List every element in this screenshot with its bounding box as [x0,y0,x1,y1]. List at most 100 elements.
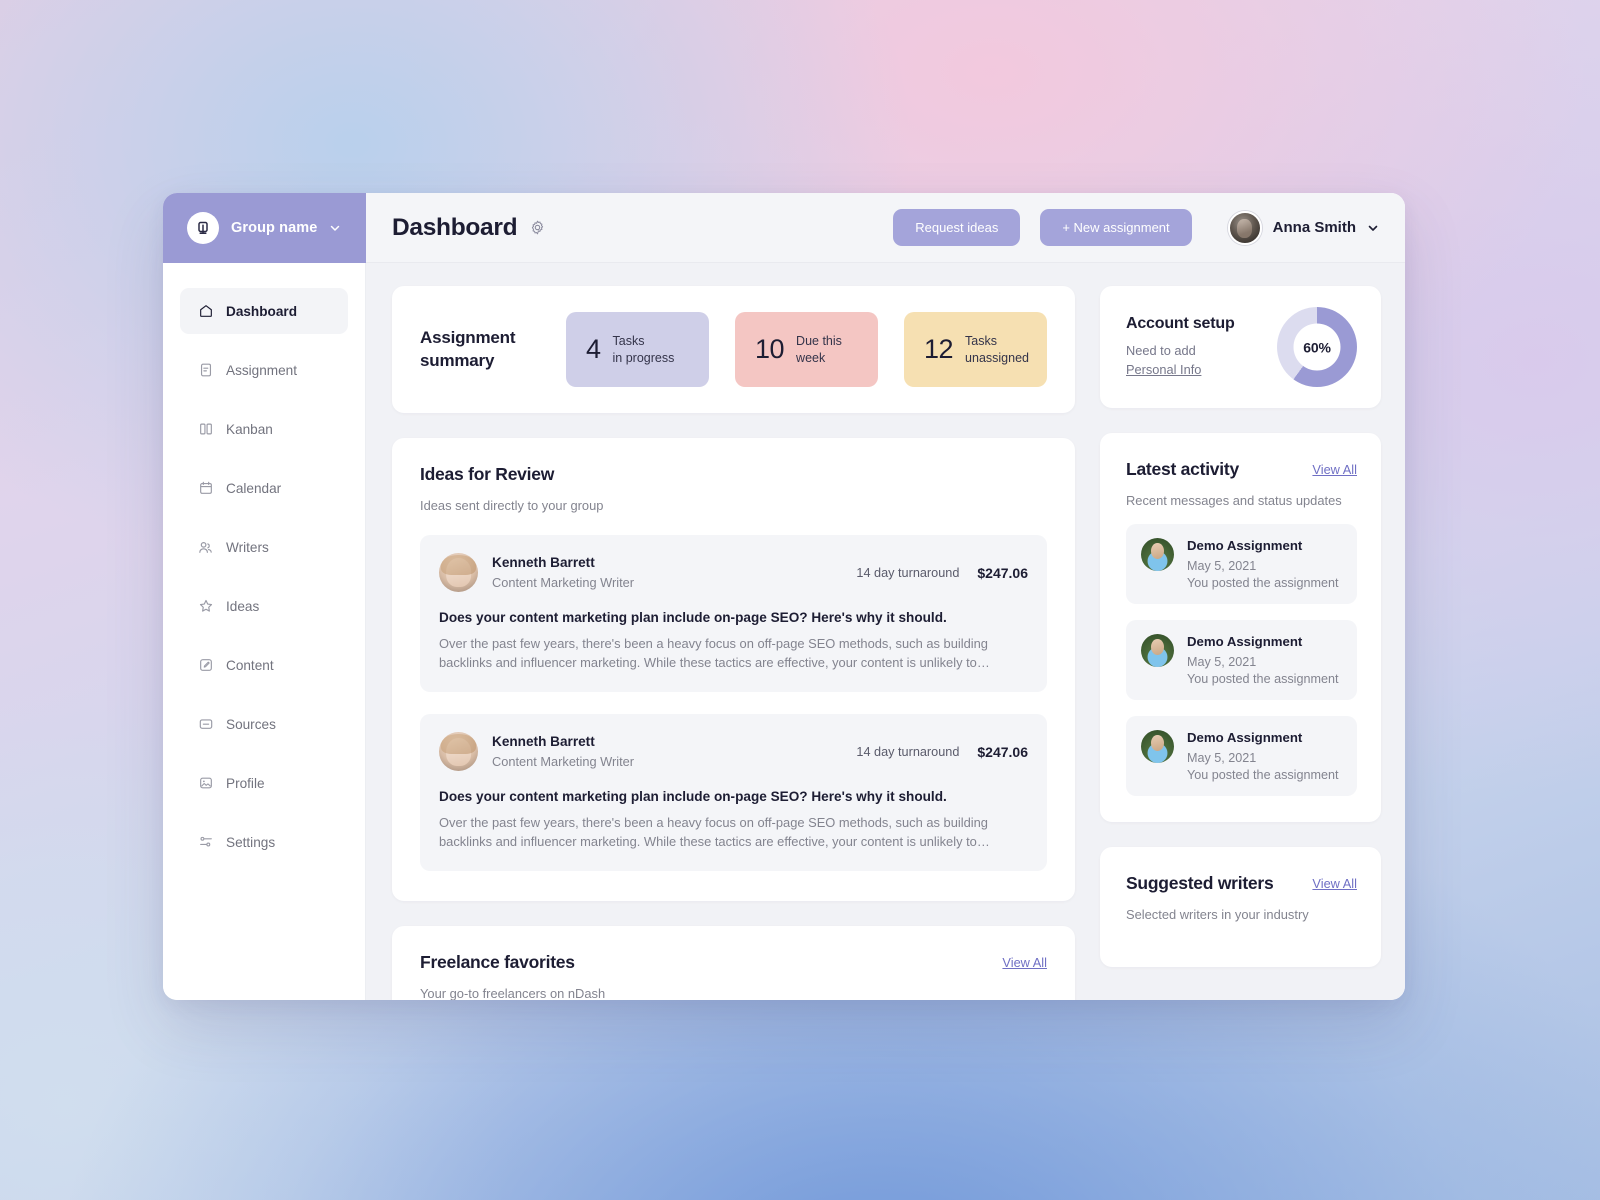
idea-price: $247.06 [977,564,1028,581]
activity-item-desc: You posted the assignment [1187,672,1339,686]
sidebar-item-label: Sources [226,716,276,732]
idea-author-name: Kenneth Barrett [492,734,595,750]
latest-activity-header: Latest activity View All [1126,459,1357,480]
idea-card[interactable]: Kenneth Barrett Content Marketing Writer… [420,535,1047,693]
sidebar-item-label: Dashboard [226,303,298,319]
sidebar-item-calendar[interactable]: Calendar [180,465,348,511]
avatar [439,732,478,772]
new-assignment-button[interactable]: + New assignment [1040,209,1192,246]
stat-tasks-in-progress[interactable]: 4 Tasks in progress [566,312,709,387]
sidebar-item-label: Calendar [226,480,282,496]
ideas-subtitle: Ideas sent directly to your group [420,498,604,513]
stat-due-this-week[interactable]: 10 Due this week [735,312,878,387]
app-window: Group name Dashboard Request ideas + New… [163,193,1405,1000]
sidebar-item-sources[interactable]: Sources [180,701,348,747]
idea-card[interactable]: Kenneth Barrett Content Marketing Writer… [420,714,1047,872]
ideas-header: Ideas for Review [420,464,1047,485]
edit-icon [197,657,214,674]
sidebar-item-profile[interactable]: Profile [180,760,348,806]
stat-label-line2: week [796,350,826,365]
folder-icon [197,716,214,733]
avatar [1141,730,1174,763]
sidebar-item-label: Writers [226,539,269,555]
request-ideas-button[interactable]: Request ideas [893,209,1021,246]
stat-label-line2: unassigned [965,350,1029,365]
sidebar-item-kanban[interactable]: Kanban [180,406,348,452]
freelance-favorites-title: Freelance favorites [420,952,575,973]
sidebar-item-writers[interactable]: Writers [180,524,348,570]
assignment-summary-title: Assignment summary [420,327,516,370]
idea-body: Over the past few years, there's been a … [439,815,990,850]
chevron-down-icon [1367,222,1379,234]
idea-author-role: Content Marketing Writer [492,575,635,590]
view-all-link[interactable]: View All [1312,876,1357,891]
account-setup-card: Account setup Need to add Personal Info … [1100,286,1381,408]
activity-item-text: Demo Assignment May 5, 2021 You posted t… [1187,634,1338,686]
users-icon [197,539,214,556]
latest-activity-card: Latest activity View All Recent messages… [1100,433,1381,822]
activity-item-title: Demo Assignment [1187,730,1303,745]
latest-activity-title: Latest activity [1126,459,1239,479]
account-setup-percent-label: 60% [1293,323,1341,371]
ndash-logo-icon [187,212,219,244]
user-name-label: Anna Smith [1272,219,1356,236]
suggested-writers-card: Suggested writers View All Selected writ… [1100,847,1381,967]
avatar [1141,634,1174,667]
stat-label-line1: Due this [796,334,842,348]
user-menu[interactable]: Anna Smith [1227,210,1379,245]
group-switcher[interactable]: Group name [163,193,366,263]
document-icon [197,362,214,379]
stat-value: 10 [755,334,785,364]
sidebar-item-ideas[interactable]: Ideas [180,583,348,629]
activity-item-date: May 5, 2021 [1187,751,1257,765]
idea-turnaround: 14 day turnaround [856,744,960,759]
freelance-favorites-subtitle: Your go-to freelancers on nDash [420,986,606,1000]
idea-headline: Does your content marketing plan include… [439,610,947,625]
stat-value: 12 [924,334,954,364]
sidebar-item-label: Kanban [226,421,273,437]
freelance-favorites-card: Freelance favorites View All Your go-to … [392,926,1075,1000]
account-setup-hint: Need to add Personal Info [1126,342,1267,379]
activity-item-desc: You posted the assignment [1187,576,1339,590]
sidebar-item-settings[interactable]: Settings [180,819,348,865]
stat-tasks-unassigned[interactable]: 12 Tasks unassigned [904,312,1047,387]
idea-headline: Does your content marketing plan include… [439,789,947,805]
activity-item[interactable]: Demo Assignment May 5, 2021 You posted t… [1126,620,1357,700]
assignment-summary-card: Assignment summary 4 Tasks in progress 1… [392,286,1075,413]
sidebar-item-content[interactable]: Content [180,642,348,688]
sidebar-item-dashboard[interactable]: Dashboard [180,288,348,334]
group-name-label: Group name [231,220,318,236]
star-icon [197,598,214,615]
home-icon [197,303,214,320]
sidebar-item-label: Settings [226,834,276,850]
main-content: Assignment summary 4 Tasks in progress 1… [366,263,1405,1000]
suggested-writers-subtitle: Selected writers in your industry [1126,907,1309,922]
freelance-favorites-header: Freelance favorites View All [420,952,1047,973]
chevron-down-icon [329,222,341,234]
stat-label-line2: in progress [612,350,675,365]
sidebar-item-assignment[interactable]: Assignment [180,347,348,393]
activity-item-text: Demo Assignment May 5, 2021 You posted t… [1187,730,1338,782]
stat-label-line1: Tasks [965,334,997,348]
activity-item[interactable]: Demo Assignment May 5, 2021 You posted t… [1126,524,1357,604]
activity-item[interactable]: Demo Assignment May 5, 2021 You posted t… [1126,716,1357,796]
stat-label: Tasks unassigned [965,333,1029,366]
avatar [439,553,478,592]
idea-body: Over the past few years, there's been a … [439,636,990,671]
idea-header: Kenneth Barrett Content Marketing Writer… [439,732,1028,772]
activity-item-title: Demo Assignment [1187,538,1303,553]
stat-label-line1: Tasks [612,334,645,348]
ideas-for-review-card: Ideas for Review Ideas sent directly to … [392,438,1075,902]
gear-icon[interactable] [529,219,546,236]
account-setup-need-text: Need to add [1126,342,1196,358]
activity-item-desc: You posted the assignment [1187,768,1339,782]
idea-author-name: Kenneth Barrett [492,555,595,570]
view-all-link[interactable]: View All [1002,955,1047,970]
dashboard-grid: Assignment summary 4 Tasks in progress 1… [392,286,1381,1000]
personal-info-link[interactable]: Personal Info [1126,361,1267,380]
activity-item-date: May 5, 2021 [1187,559,1257,573]
view-all-link[interactable]: View All [1312,462,1357,477]
activity-item-text: Demo Assignment May 5, 2021 You posted t… [1187,538,1338,590]
latest-activity-subtitle: Recent messages and status updates [1126,493,1342,508]
avatar [1141,538,1174,571]
